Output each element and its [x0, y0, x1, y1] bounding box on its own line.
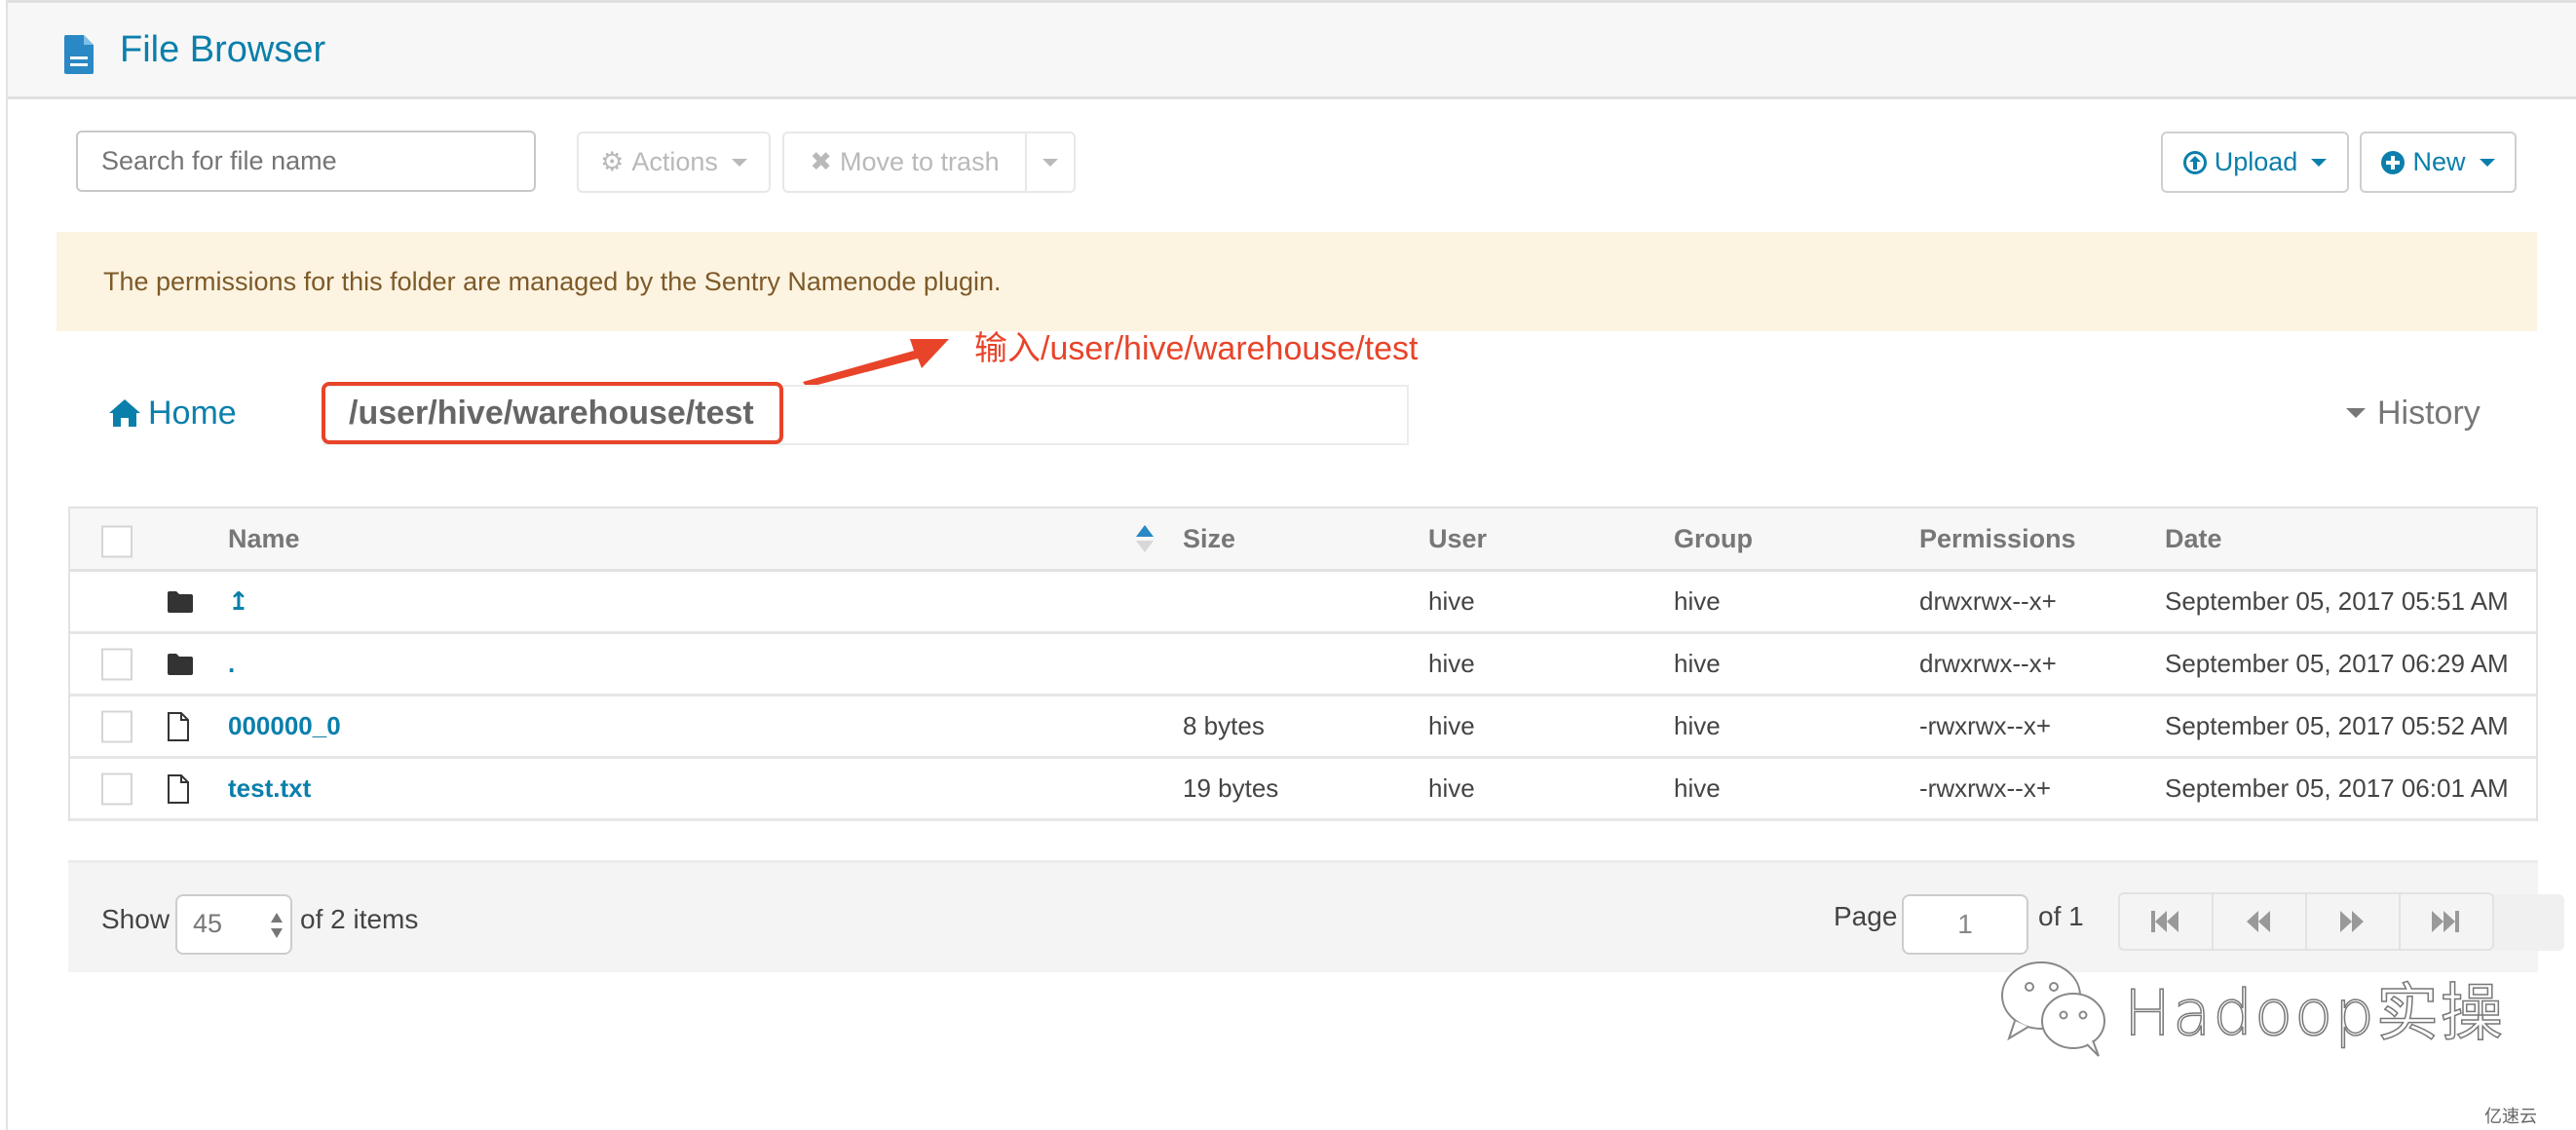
- table-row[interactable]: test.txt 19 bytes hive hive -rwxrwx--x+ …: [70, 759, 2536, 821]
- upload-circle-icon: [2182, 150, 2207, 174]
- caret-down-icon: [2346, 408, 2366, 418]
- backward-icon: [2247, 911, 2270, 932]
- table-header: Name Size User Group Permissions Date: [70, 508, 2536, 572]
- sort-ascending-icon: [1136, 508, 1154, 569]
- folder-icon: [168, 653, 193, 675]
- items-count: of 2 items: [300, 904, 419, 934]
- file-permissions: -rwxrwx--x+: [1919, 711, 2052, 740]
- close-icon: ✖: [810, 147, 833, 176]
- page-size-value: 45: [193, 909, 223, 938]
- corner-logo: 亿速云: [2484, 1107, 2537, 1126]
- pager-spacer: [2494, 894, 2564, 951]
- watermark: Hadoop实操: [1997, 955, 2505, 1062]
- page-number-input[interactable]: 1: [1902, 894, 2028, 955]
- file-group: hive: [1674, 586, 1721, 616]
- row-checkbox[interactable]: [101, 710, 133, 742]
- spinner-arrows-icon: [271, 913, 283, 938]
- row-checkbox[interactable]: [101, 772, 133, 805]
- first-page-button[interactable]: [2120, 894, 2214, 949]
- watermark-text: Hadoop实操: [2123, 977, 2505, 1051]
- home-label: Home: [148, 395, 237, 432]
- parent-directory-link[interactable]: ↥: [228, 572, 249, 631]
- file-user: hive: [1428, 586, 1475, 616]
- app-header: File Browser: [8, 0, 2576, 99]
- column-header-date[interactable]: Date: [2165, 508, 2222, 569]
- home-link[interactable]: Home: [109, 388, 237, 438]
- file-permissions: -rwxrwx--x+: [1919, 773, 2052, 803]
- caret-down-icon: [731, 158, 747, 167]
- pager-buttons: [2118, 892, 2494, 951]
- home-icon: [109, 399, 140, 427]
- path-value[interactable]: /user/hive/warehouse/test: [349, 388, 754, 438]
- wechat-icon: [2001, 961, 2105, 1057]
- upload-label: Upload: [2214, 147, 2298, 176]
- last-page-button[interactable]: [2401, 894, 2492, 949]
- file-group: hive: [1674, 649, 1721, 678]
- column-header-permissions[interactable]: Permissions: [1919, 508, 2076, 569]
- file-size: 8 bytes: [1183, 711, 1265, 740]
- file-table: Name Size User Group Permissions Date ↥ …: [68, 507, 2538, 821]
- annotation-arrow-icon: [803, 339, 949, 388]
- file-group: hive: [1674, 773, 1721, 803]
- page-size-select[interactable]: 45: [175, 894, 292, 955]
- page-label: Page: [1834, 901, 1898, 931]
- column-header-user[interactable]: User: [1428, 508, 1487, 569]
- column-header-name[interactable]: Name: [228, 508, 300, 569]
- caret-down-icon: [2479, 158, 2495, 167]
- table-row[interactable]: 000000_0 8 bytes hive hive -rwxrwx--x+ S…: [70, 697, 2536, 759]
- file-permissions: drwxrwx--x+: [1919, 649, 2057, 678]
- file-group: hive: [1674, 711, 1721, 740]
- new-button[interactable]: New: [2360, 132, 2517, 193]
- file-size: 19 bytes: [1183, 773, 1279, 803]
- row-checkbox[interactable]: [101, 648, 133, 680]
- history-label: History: [2377, 395, 2481, 432]
- current-directory-link[interactable]: .: [228, 634, 235, 694]
- file-name-link[interactable]: test.txt: [228, 759, 311, 818]
- file-date: September 05, 2017 06:01 AM: [2165, 773, 2509, 803]
- move-to-trash-group: ✖ Move to trash: [782, 132, 1076, 193]
- column-header-size[interactable]: Size: [1183, 508, 1235, 569]
- history-dropdown[interactable]: History: [2346, 388, 2481, 438]
- forward-icon: [2340, 911, 2364, 932]
- file-user: hive: [1428, 773, 1475, 803]
- page-left-border: [0, 0, 8, 1130]
- file-text-icon: [64, 35, 94, 74]
- gear-icon: ⚙: [600, 147, 625, 176]
- table-row[interactable]: . hive hive drwxrwx--x+ September 05, 20…: [70, 634, 2536, 697]
- file-date: September 05, 2017 05:51 AM: [2165, 586, 2509, 616]
- upload-button[interactable]: Upload: [2161, 132, 2349, 193]
- column-header-group[interactable]: Group: [1674, 508, 1753, 569]
- file-permissions: drwxrwx--x+: [1919, 586, 2057, 616]
- actions-button[interactable]: ⚙ Actions: [577, 132, 771, 193]
- annotation-text: 输入/user/hive/warehouse/test: [974, 330, 1419, 367]
- trash-options-dropdown[interactable]: [1027, 133, 1074, 191]
- file-icon: [168, 711, 189, 741]
- file-user: hive: [1428, 711, 1475, 740]
- actions-label: Actions: [631, 147, 718, 176]
- file-icon: [168, 773, 189, 804]
- move-to-trash-label: Move to trash: [840, 147, 1000, 176]
- select-all-checkbox[interactable]: [101, 525, 133, 558]
- file-date: September 05, 2017 05:52 AM: [2165, 711, 2509, 740]
- caret-down-icon: [2311, 158, 2328, 167]
- table-row[interactable]: ↥ hive hive drwxrwx--x+ September 05, 20…: [70, 572, 2536, 634]
- show-label: Show: [101, 904, 170, 934]
- search-input[interactable]: [76, 131, 536, 192]
- file-date: September 05, 2017 06:29 AM: [2165, 649, 2509, 678]
- page-title: File Browser: [120, 29, 326, 70]
- previous-page-button[interactable]: [2214, 894, 2307, 949]
- next-page-button[interactable]: [2307, 894, 2401, 949]
- file-user: hive: [1428, 649, 1475, 678]
- plus-circle-icon: [2381, 150, 2406, 174]
- permissions-alert: The permissions for this folder are mana…: [57, 232, 2537, 331]
- last-page-icon: [2432, 911, 2459, 932]
- folder-icon: [168, 590, 193, 613]
- new-label: New: [2412, 147, 2466, 176]
- move-to-trash-button[interactable]: ✖ Move to trash: [784, 133, 1027, 191]
- file-name-link[interactable]: 000000_0: [228, 697, 341, 756]
- first-page-icon: [2151, 911, 2178, 932]
- caret-down-icon: [1042, 158, 1058, 167]
